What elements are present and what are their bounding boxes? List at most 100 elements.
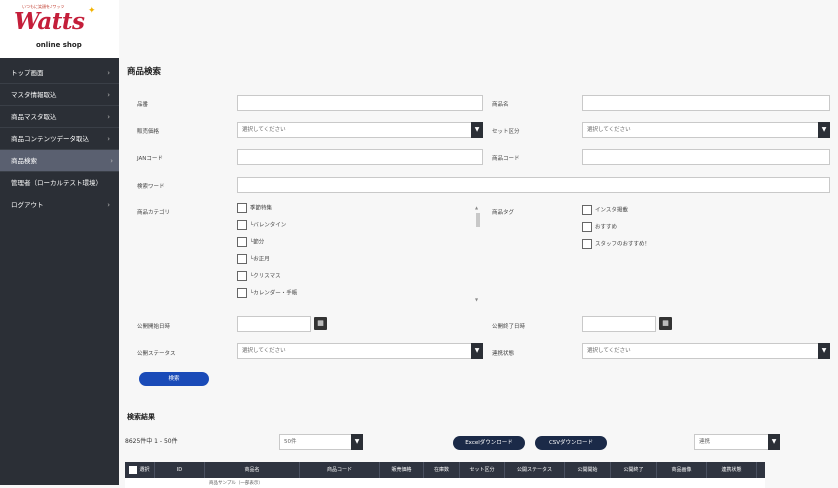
header-label: 選択 <box>139 467 150 473</box>
column-header[interactable]: 商品コード <box>300 462 380 478</box>
checkbox[interactable] <box>237 288 247 298</box>
category-scrollbar[interactable]: ▲ ▼ <box>475 205 481 302</box>
column-header[interactable]: 商品画像 <box>657 462 707 478</box>
select-all-header[interactable]: 選択 <box>125 462 155 478</box>
start-date-input[interactable] <box>237 316 311 332</box>
sidebar: いつもに笑顔を♪ワッツ Watts ✦ online shop トップ画面 › マ… <box>0 0 119 485</box>
nav-label: ログアウト <box>11 201 44 209</box>
column-header[interactable]: 商品名 <box>205 462 300 478</box>
calendar-icon[interactable]: ▦ <box>314 317 327 330</box>
nav-item-admin[interactable]: 管理者（ローカルテスト環境） <box>0 172 119 194</box>
chevron-right-icon: › <box>107 69 110 77</box>
category-item-label: └カレンダー・手帳 <box>250 290 298 297</box>
column-header[interactable]: 連携状態 <box>707 462 757 478</box>
category-list: 季節特集 └バレンタイン └節分 └お正月 └クリスマス └カレンダー・手帳 <box>237 203 482 303</box>
select-all-checkbox[interactable] <box>129 465 138 474</box>
column-header[interactable]: 公開ステータス <box>505 462 565 478</box>
status-select[interactable]: 選択してください ▼ <box>237 343 483 359</box>
category-item-label: └お正月 <box>250 256 270 263</box>
checkbox[interactable] <box>582 205 592 215</box>
search-button[interactable]: 検索 <box>139 372 209 386</box>
results-count: 8625件中 1 - 50件 <box>125 438 178 445</box>
chevron-right-icon: › <box>107 135 110 143</box>
tag-item[interactable]: おすすめ <box>582 222 617 233</box>
category-item[interactable]: └バレンタイン <box>237 220 286 231</box>
column-header[interactable]: 販売価格 <box>380 462 424 478</box>
category-item[interactable]: └クリスマス <box>237 271 281 282</box>
end-date-label: 公開終了日時 <box>492 324 526 330</box>
price-select[interactable]: 選択してください ▼ <box>237 122 483 138</box>
category-item[interactable]: └節分 <box>237 237 264 248</box>
tag-item-label: インスタ掲載 <box>595 207 628 214</box>
nav-label: 商品マスタ取込 <box>11 113 57 121</box>
dropdown-arrow-icon: ▼ <box>351 434 363 450</box>
scroll-up-icon[interactable]: ▲ <box>475 205 478 210</box>
checkbox[interactable] <box>582 222 592 232</box>
hinban-input[interactable] <box>237 95 483 111</box>
category-item-label: └バレンタイン <box>250 222 287 229</box>
category-item-label: └節分 <box>250 239 265 246</box>
calendar-icon[interactable]: ▦ <box>659 317 672 330</box>
checkbox[interactable] <box>237 237 247 247</box>
nav-item-product-search[interactable]: 商品検索 › <box>0 150 119 172</box>
dropdown-arrow-icon: ▼ <box>818 122 830 138</box>
table-row[interactable]: 商品サンプル（一部表示） <box>125 478 765 488</box>
renkei-select[interactable]: 選択してください ▼ <box>582 343 830 359</box>
dropdown-arrow-icon: ▼ <box>471 122 483 138</box>
product-name-label: 商品名 <box>492 102 509 108</box>
tag-item-label: スタッフのおすすめ！ <box>595 241 651 248</box>
csv-download-button[interactable]: CSVダウンロード <box>535 436 607 450</box>
chevron-right-icon: › <box>107 201 110 209</box>
nav-item-logout[interactable]: ログアウト › <box>0 194 119 216</box>
status-label: 公開ステータス <box>137 351 176 357</box>
per-page-select[interactable]: 50件 ▼ <box>279 434 363 450</box>
nav-label: 商品検索 <box>11 157 37 165</box>
checkbox[interactable] <box>237 254 247 264</box>
column-header[interactable]: 公開終了 <box>611 462 657 478</box>
renkei-select-value: 選択してください <box>587 348 631 354</box>
jan-input[interactable] <box>237 149 483 165</box>
tag-item[interactable]: スタッフのおすすめ！ <box>582 239 650 250</box>
nav-item-top[interactable]: トップ画面 › <box>0 62 119 84</box>
column-header[interactable]: セット区分 <box>460 462 505 478</box>
keyword-input[interactable] <box>237 177 830 193</box>
checkbox[interactable] <box>237 220 247 230</box>
nav-item-master-import[interactable]: マスタ情報取込 › <box>0 84 119 106</box>
nav-item-content-import[interactable]: 商品コンテンツデータ取込 › <box>0 128 119 150</box>
per-page-value: 50件 <box>284 439 297 445</box>
tag-item[interactable]: インスタ掲載 <box>582 205 628 216</box>
price-label: 販売価格 <box>137 129 160 135</box>
scroll-down-icon[interactable]: ▼ <box>475 297 478 302</box>
nav-item-product-master-import[interactable]: 商品マスタ取込 › <box>0 106 119 128</box>
set-kubun-select-value: 選択してください <box>587 127 631 133</box>
logo[interactable]: いつもに笑顔を♪ワッツ Watts ✦ online shop <box>0 0 119 58</box>
checkbox[interactable] <box>237 271 247 281</box>
category-label: 商品カテゴリ <box>137 210 171 216</box>
tag-label: 商品タグ <box>492 210 515 216</box>
nav-label: マスタ情報取込 <box>11 91 57 99</box>
category-item[interactable]: └カレンダー・手帳 <box>237 288 297 299</box>
nav-label: 商品コンテンツデータ取込 <box>11 135 89 143</box>
column-header[interactable]: 在庫数 <box>424 462 460 478</box>
product-code-input[interactable] <box>582 149 830 165</box>
results-title: 検索結果 <box>127 413 155 421</box>
excel-download-button[interactable]: Excelダウンロード <box>453 436 525 450</box>
column-header[interactable]: ID <box>155 462 205 478</box>
action-select-value: 連携 <box>699 439 711 445</box>
set-kubun-select[interactable]: 選択してください ▼ <box>582 122 830 138</box>
category-item[interactable]: └お正月 <box>237 254 270 265</box>
page-title: 商品検索 <box>127 67 162 77</box>
end-date-input[interactable] <box>582 316 656 332</box>
checkbox[interactable] <box>237 203 247 213</box>
category-item[interactable]: 季節特集 <box>237 203 272 214</box>
dropdown-arrow-icon: ▼ <box>768 434 780 450</box>
nav-label: トップ画面 <box>11 69 44 77</box>
checkbox[interactable] <box>582 239 592 249</box>
category-item-label: └クリスマス <box>250 273 281 280</box>
action-select[interactable]: 連携 ▼ <box>694 434 780 450</box>
jan-label: JANコード <box>137 156 163 162</box>
scroll-thumb[interactable] <box>476 213 480 227</box>
product-name-input[interactable] <box>582 95 830 111</box>
column-header[interactable]: 公開開始 <box>565 462 611 478</box>
renkei-label: 連携状態 <box>492 351 515 357</box>
